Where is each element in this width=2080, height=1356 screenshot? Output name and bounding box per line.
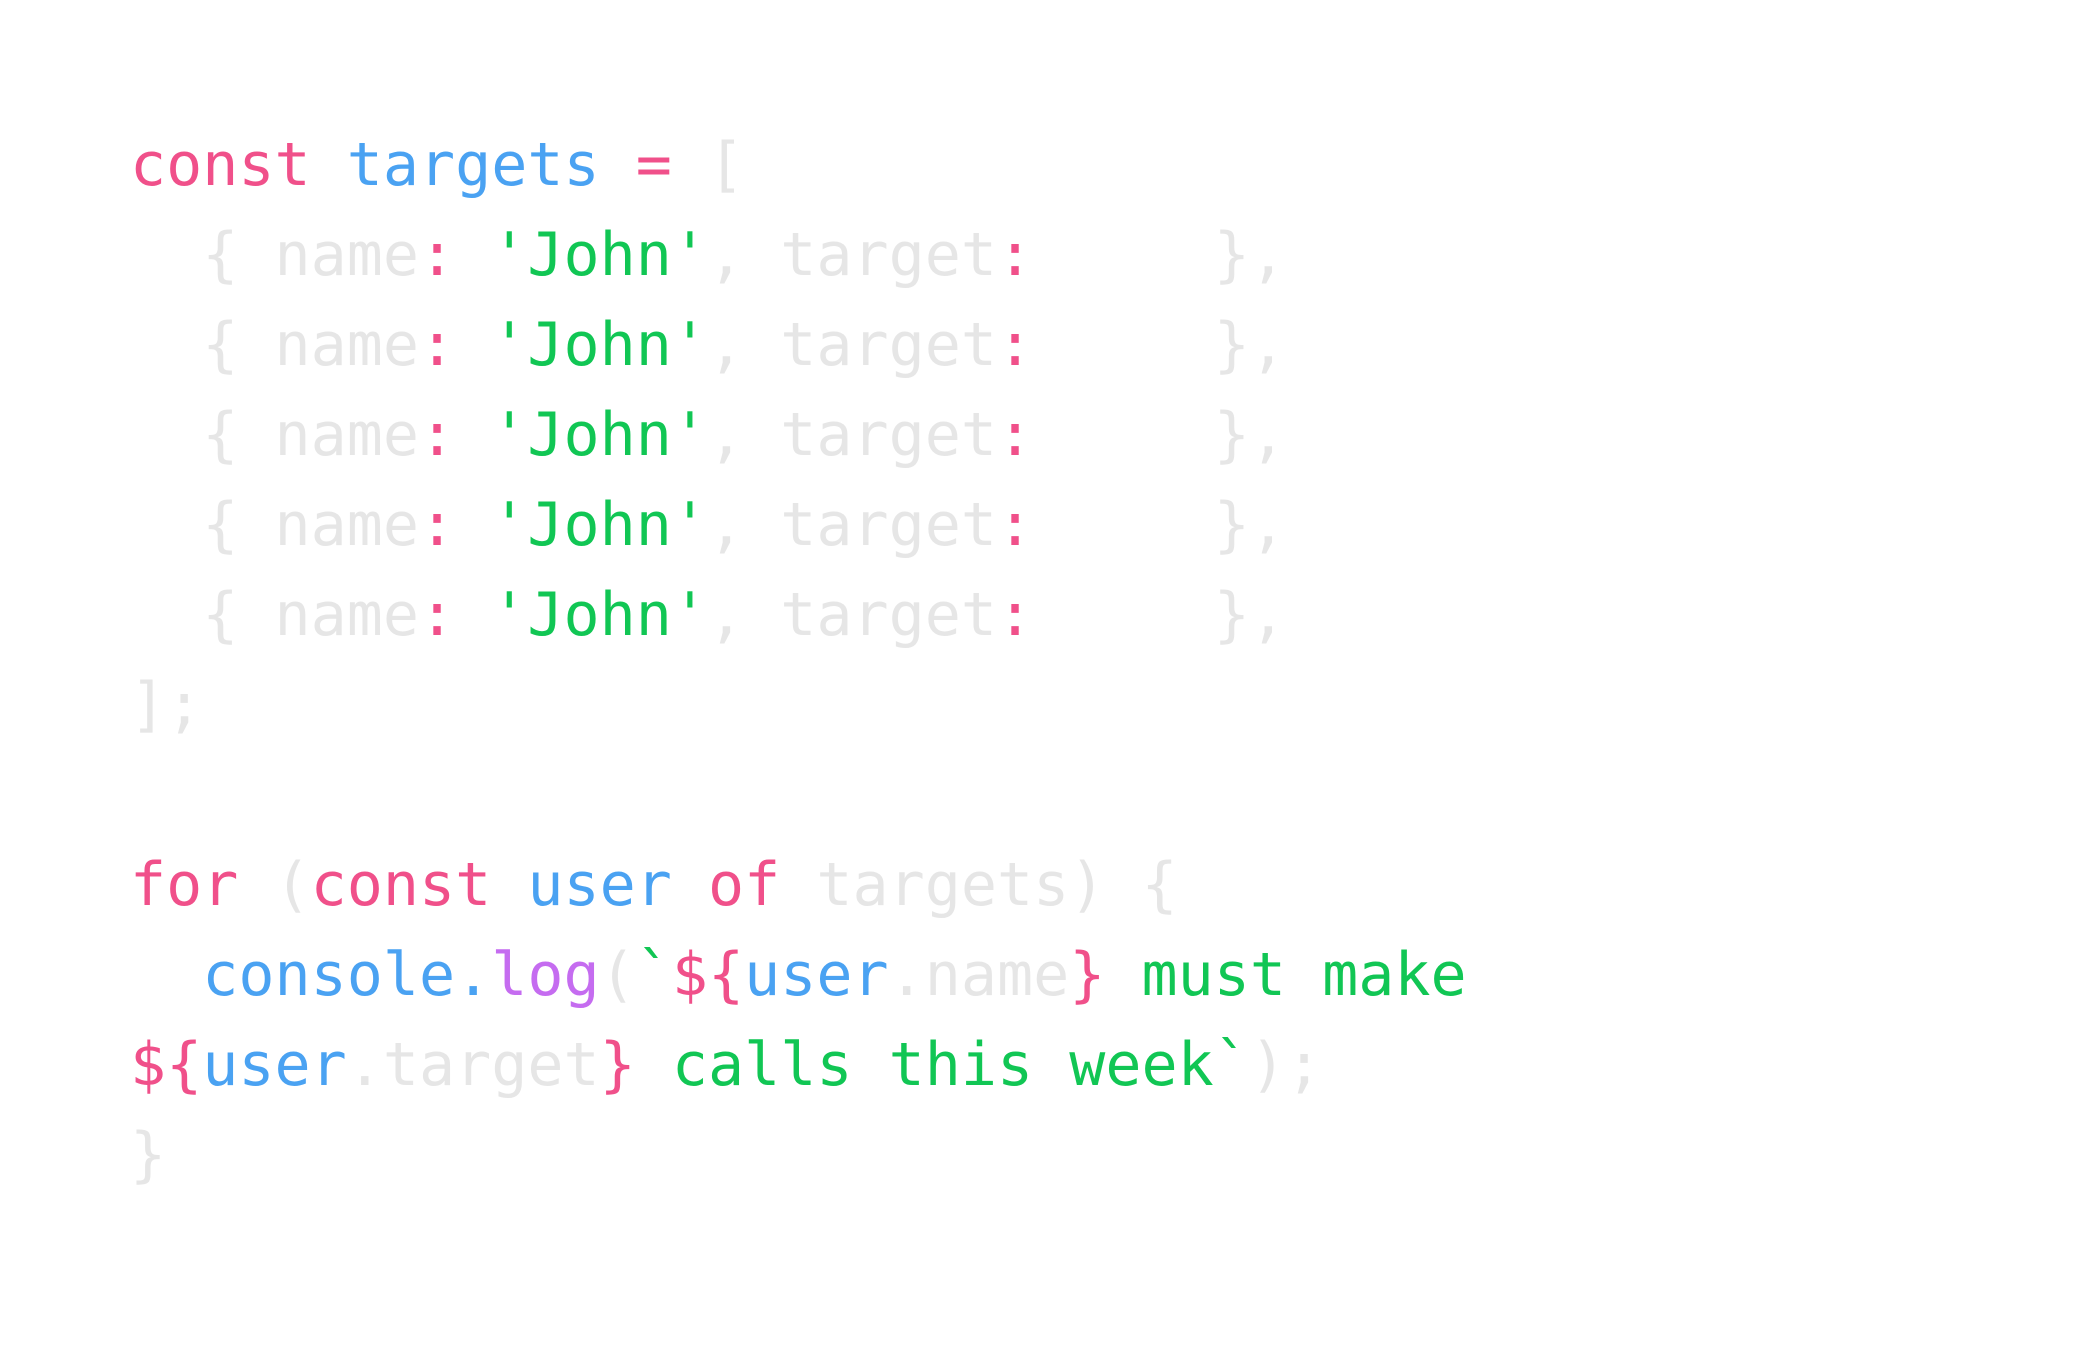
- code-token-dim: , target: [707, 400, 997, 470]
- code-token-string: calls this week`: [635, 1030, 1250, 1100]
- code-token-dim: ];: [130, 670, 203, 740]
- code-line: ];: [130, 675, 1467, 735]
- code-token-keyword: const: [310, 850, 492, 920]
- code-line: { name: 'John', target: },: [130, 495, 1467, 555]
- code-token-dim: [455, 400, 491, 470]
- code-token-string: `: [635, 940, 672, 1010]
- code-line: { name: 'John', target: },: [130, 585, 1467, 645]
- code-token-keyword: :: [418, 490, 456, 560]
- code-token-keyword: }: [599, 1030, 636, 1100]
- code-token-keyword: }: [1069, 940, 1106, 1010]
- code-token-dim: [455, 490, 491, 560]
- code-token-dim: .target: [346, 1030, 600, 1100]
- code-token-dim: { name: [130, 310, 419, 380]
- code-token-dim: [311, 130, 347, 200]
- code-token-keyword: :: [418, 400, 456, 470]
- code-line: console.log(`${user.name} must make: [130, 945, 1466, 1005]
- code-token-keyword: of: [708, 850, 781, 920]
- code-token-keyword: =: [635, 130, 672, 200]
- code-token-dim: { name: [130, 220, 419, 290]
- code-line: ${user.target} calls this week`);: [130, 1035, 1467, 1095]
- code-token-keyword: :: [418, 220, 456, 290]
- code-token-string: 'John': [491, 490, 708, 560]
- code-token-string: 'John': [491, 580, 708, 650]
- code-token-string: 'John': [491, 220, 708, 290]
- code-line: }: [130, 1125, 1467, 1185]
- code-token-dim: , target: [707, 580, 997, 650]
- code-line: const targets = [: [130, 135, 1467, 195]
- code-token-dim: },: [1033, 310, 1286, 380]
- code-token-dim: , target: [707, 220, 997, 290]
- code-token-dim: [455, 220, 491, 290]
- code-token-identifier: targets: [346, 130, 600, 200]
- code-token-identifier: user: [527, 850, 672, 920]
- code-token-dim: .name: [888, 940, 1070, 1010]
- code-line: { name: 'John', target: },: [130, 225, 1467, 285]
- code-line: { name: 'John', target: },: [130, 315, 1467, 375]
- code-line: for (const user of targets) {: [130, 855, 1467, 915]
- code-token-identifier: .: [455, 940, 492, 1010]
- code-token-dim: targets) {: [780, 850, 1178, 920]
- code-line: { name: 'John', target: },: [130, 405, 1467, 465]
- code-token-dim: },: [1033, 400, 1286, 470]
- code-token-dim: { name: [130, 400, 419, 470]
- code-token-dim: (: [599, 940, 636, 1010]
- code-token-dim: },: [1033, 580, 1286, 650]
- code-token-keyword: ${: [671, 940, 745, 1010]
- code-token-keyword: :: [996, 310, 1034, 380]
- code-token-dim: },: [1033, 220, 1286, 290]
- code-token-keyword: for: [130, 850, 239, 920]
- code-token-dim: },: [1033, 490, 1286, 560]
- page: { "colors": { "keyword": "#f0508a", "ide…: [0, 0, 2080, 1356]
- code-token-dim: );: [1249, 1030, 1323, 1100]
- code-token-keyword: :: [996, 580, 1034, 650]
- code-token-keyword: :: [996, 400, 1034, 470]
- code-token-keyword: :: [996, 490, 1034, 560]
- code-token-identifier: console: [202, 940, 456, 1010]
- code-token-identifier: user: [202, 1030, 347, 1100]
- code-token-dim: [: [671, 130, 745, 200]
- code-token-dim: }: [130, 1120, 167, 1190]
- code-token-keyword: :: [418, 580, 456, 650]
- code-token-keyword: :: [418, 310, 456, 380]
- code-token-dim: [455, 310, 491, 380]
- code-token-dim: , target: [707, 490, 997, 560]
- code-token-dim: [600, 130, 636, 200]
- code-token-string: 'John': [491, 400, 708, 470]
- code-token-dim: [672, 850, 708, 920]
- code-token-dim: { name: [130, 580, 419, 650]
- code-token-identifier: user: [744, 940, 889, 1010]
- code-token-dim: { name: [130, 490, 419, 560]
- code-token-string: must make: [1105, 940, 1467, 1010]
- code-token-keyword: ${: [130, 1030, 203, 1100]
- code-token-keyword: :: [996, 220, 1034, 290]
- code-token-dim: (: [238, 850, 311, 920]
- code-snippet: const targets = [ { name: 'John', target…: [130, 135, 1467, 1215]
- code-token-keyword: const: [130, 130, 311, 200]
- code-token-string: 'John': [491, 310, 708, 380]
- code-token-dim: [130, 940, 202, 1010]
- code-token-method: log: [491, 940, 600, 1010]
- code-token-dim: , target: [707, 310, 997, 380]
- code-token-dim: [455, 580, 491, 650]
- code-token-dim: [491, 850, 527, 920]
